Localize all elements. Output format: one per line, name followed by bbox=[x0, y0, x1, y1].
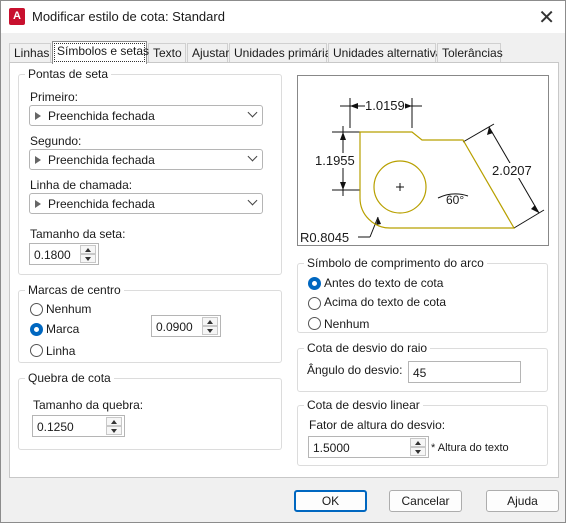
arc-length-group-label: Símbolo de comprimento do arco bbox=[304, 256, 487, 270]
stepper-buttons bbox=[410, 438, 426, 456]
radius-jog-group-label: Cota de desvio do raio bbox=[304, 341, 431, 355]
title-bar: A Modificar estilo de cota: Standard ✕ bbox=[1, 1, 565, 33]
increment-icon[interactable] bbox=[80, 245, 96, 254]
center-line-radio[interactable] bbox=[30, 344, 43, 357]
jog-factor-stepper[interactable]: 1.5000 bbox=[308, 436, 429, 458]
decrement-icon[interactable] bbox=[80, 254, 96, 263]
tab-unidades-alternativas[interactable]: Unidades alternativas bbox=[328, 43, 448, 63]
preview-radius: R0.8045 bbox=[300, 230, 350, 245]
stepper-buttons bbox=[80, 245, 96, 263]
arc-above-radio[interactable] bbox=[308, 297, 321, 310]
stepper-buttons bbox=[202, 317, 218, 335]
dimension-break-group: Quebra de cota bbox=[18, 371, 282, 450]
autocad-app-icon: A bbox=[9, 8, 25, 25]
tab-simbolos-e-setas[interactable]: Símbolos e setas bbox=[52, 41, 149, 64]
center-line-label: Linha bbox=[46, 344, 76, 358]
window-title: Modificar estilo de cota: Standard bbox=[32, 9, 225, 24]
center-mark-size-value: 0.0900 bbox=[156, 320, 193, 334]
break-size-label: Tamanho da quebra: bbox=[33, 398, 144, 412]
preview-dim-top: 1.0159 bbox=[365, 98, 405, 113]
preview-dim-left: 1.1955 bbox=[315, 153, 355, 168]
stepper-buttons bbox=[106, 417, 122, 435]
tab-texto[interactable]: Texto bbox=[148, 43, 186, 63]
increment-icon[interactable] bbox=[202, 317, 218, 326]
arrowheads-group-label: Pontas de seta bbox=[25, 67, 112, 81]
leader-arrow-label: Linha de chamada: bbox=[30, 178, 133, 192]
center-mark-radio[interactable] bbox=[30, 323, 43, 336]
filled-arrow-icon bbox=[35, 156, 41, 164]
chevron-down-icon bbox=[247, 195, 258, 206]
decrement-icon[interactable] bbox=[410, 447, 426, 456]
chevron-down-icon bbox=[247, 151, 258, 162]
jog-angle-label: Ângulo do desvio: bbox=[307, 363, 403, 377]
jog-factor-suffix: * Altura do texto bbox=[431, 442, 509, 454]
center-mark-size-stepper[interactable]: 0.0900 bbox=[151, 315, 221, 337]
leader-arrow-select[interactable]: Preenchida fechada bbox=[29, 193, 263, 214]
break-size-stepper[interactable]: 0.1250 bbox=[32, 415, 125, 437]
arrow-size-value: 0.1800 bbox=[34, 248, 71, 262]
jog-factor-value: 1.5000 bbox=[313, 441, 350, 455]
arrow-size-label: Tamanho da seta: bbox=[30, 227, 126, 241]
increment-icon[interactable] bbox=[410, 438, 426, 447]
preview-angle: 60° bbox=[446, 193, 465, 207]
arc-above-label: Acima do texto de cota bbox=[324, 295, 447, 309]
first-arrow-label: Primeiro: bbox=[30, 90, 79, 104]
first-arrow-select[interactable]: Preenchida fechada bbox=[29, 105, 263, 126]
second-arrow-label: Segundo: bbox=[30, 134, 82, 148]
jog-angle-value: 45 bbox=[413, 366, 427, 380]
help-button[interactable]: Ajuda bbox=[486, 490, 559, 512]
jog-angle-input[interactable]: 45 bbox=[408, 361, 521, 383]
tab-linhas[interactable]: Linhas bbox=[9, 43, 51, 63]
dimension-preview: 1.0159 1.1955 2.0207 60° R0.8045 bbox=[297, 75, 549, 246]
break-size-value: 0.1250 bbox=[37, 420, 74, 434]
cancel-button[interactable]: Cancelar bbox=[389, 490, 462, 512]
tab-unidades-primarias[interactable]: Unidades primárias bbox=[229, 43, 337, 63]
increment-icon[interactable] bbox=[106, 417, 122, 426]
close-icon[interactable]: ✕ bbox=[538, 5, 555, 30]
arc-none-label: Nenhum bbox=[324, 317, 370, 331]
filled-arrow-icon bbox=[35, 112, 41, 120]
decrement-icon[interactable] bbox=[202, 326, 218, 335]
arrow-size-stepper[interactable]: 0.1800 bbox=[29, 243, 99, 265]
second-arrow-select[interactable]: Preenchida fechada bbox=[29, 149, 263, 170]
arc-before-label: Antes do texto de cota bbox=[324, 276, 444, 290]
center-none-label: Nenhum bbox=[46, 302, 92, 316]
linear-jog-group-label: Cota de desvio linear bbox=[304, 398, 423, 412]
jog-factor-label: Fator de altura do desvio: bbox=[309, 418, 446, 432]
chevron-down-icon bbox=[247, 107, 258, 118]
center-marks-group-label: Marcas de centro bbox=[25, 283, 124, 297]
tab-ajustar[interactable]: Ajustar bbox=[187, 43, 229, 63]
center-mark-label: Marca bbox=[46, 322, 80, 336]
dimension-break-group-label: Quebra de cota bbox=[25, 371, 114, 385]
ok-button[interactable]: OK bbox=[294, 490, 367, 512]
decrement-icon[interactable] bbox=[106, 426, 122, 435]
dialog-window: A Modificar estilo de cota: Standard ✕ L… bbox=[0, 0, 566, 523]
center-none-radio[interactable] bbox=[30, 303, 43, 316]
arc-before-radio[interactable] bbox=[308, 277, 321, 290]
tab-tolerancias[interactable]: Tolerâncias bbox=[437, 43, 503, 63]
filled-arrow-icon bbox=[35, 200, 41, 208]
arc-none-radio[interactable] bbox=[308, 317, 321, 330]
first-arrow-value: Preenchida fechada bbox=[48, 109, 155, 123]
leader-arrow-value: Preenchida fechada bbox=[48, 197, 155, 211]
preview-dim-right: 2.0207 bbox=[492, 163, 532, 178]
second-arrow-value: Preenchida fechada bbox=[48, 153, 155, 167]
